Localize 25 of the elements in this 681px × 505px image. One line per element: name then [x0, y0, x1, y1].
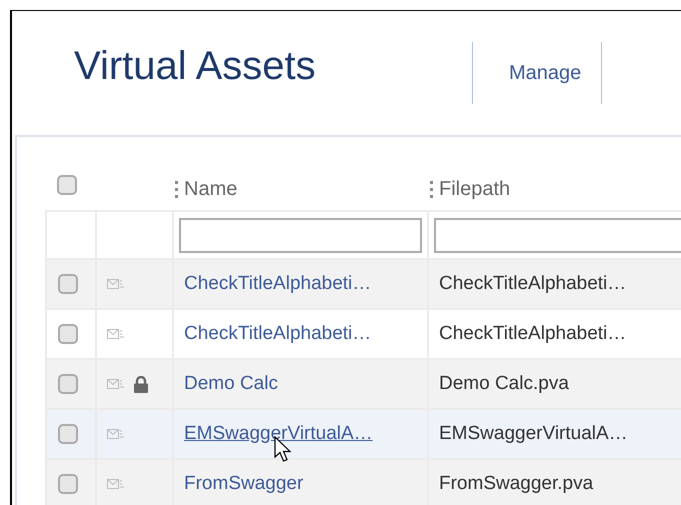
envelope-list-icon: [107, 278, 124, 290]
column-grip-icon[interactable]: [430, 179, 433, 200]
filepath-cell: CheckTitleAlphabeti…: [439, 323, 626, 344]
column-header[interactable]: Filepath: [439, 178, 510, 201]
envelope-list-icon: [107, 478, 124, 490]
checkbox[interactable]: [57, 175, 77, 195]
page-title: Virtual Assets: [74, 44, 317, 88]
checkbox[interactable]: [58, 474, 78, 494]
envelope-list-icon: [107, 378, 124, 390]
column-grip-icon[interactable]: [175, 179, 178, 200]
checkbox[interactable]: [58, 374, 78, 394]
asset-name-link[interactable]: Demo Calc: [184, 373, 278, 394]
checkbox[interactable]: [58, 324, 78, 344]
filepath-cell: Demo Calc.pva: [439, 373, 569, 394]
filter-field[interactable]: [179, 218, 422, 252]
nav-link[interactable]: Manage: [509, 62, 582, 84]
filepath-cell: FromSwagger.pva: [439, 473, 594, 494]
checkbox[interactable]: [58, 274, 78, 294]
envelope-list-icon: [107, 328, 124, 340]
column-header[interactable]: Name: [184, 178, 238, 201]
filter-field[interactable]: [434, 218, 681, 252]
filepath-cell: CheckTitleAlphabeti…: [439, 273, 626, 294]
envelope-list-icon: [107, 428, 124, 440]
filepath-cell: EMSwaggerVirtualA…: [439, 423, 628, 444]
checkbox[interactable]: [58, 424, 78, 444]
